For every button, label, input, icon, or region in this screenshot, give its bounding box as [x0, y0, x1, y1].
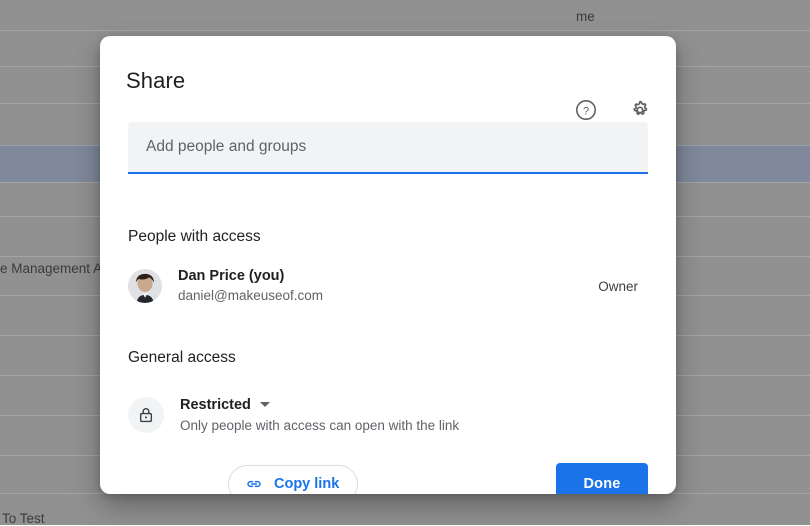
person-row[interactable]: Dan Price (you) daniel@makeuseof.com Own…: [120, 260, 656, 312]
dialog-header: Share ?: [100, 36, 676, 120]
lock-badge: [128, 397, 164, 433]
add-people-field[interactable]: [128, 122, 648, 174]
gear-icon: [633, 100, 648, 116]
help-circle-icon: ?: [576, 100, 596, 120]
user-photo-avatar: [128, 269, 162, 303]
lock-icon: [139, 408, 153, 423]
access-level-dropdown[interactable]: Restricted: [180, 395, 270, 415]
general-access-details: Restricted Only people with access can o…: [180, 395, 459, 436]
access-level-label: Restricted: [180, 396, 251, 413]
page-title: Share: [126, 68, 186, 93]
chevron-down-icon: [259, 402, 270, 407]
person-role: Owner: [598, 278, 638, 294]
background-text: me: [576, 9, 595, 24]
link-chain-icon: [247, 480, 261, 488]
share-dialog: Share ? People with access: [100, 36, 676, 494]
general-access-row: Restricted Only people with access can o…: [120, 386, 656, 444]
copy-link-button[interactable]: Copy link: [228, 465, 359, 494]
copy-link-label: Copy link: [274, 476, 340, 492]
person-details: Dan Price (you) daniel@makeuseof.com: [178, 267, 598, 305]
background-row: [0, 493, 810, 525]
people-with-access-heading: People with access: [128, 228, 261, 245]
general-access-heading: General access: [128, 349, 236, 366]
background-text: e Management A: [0, 261, 103, 276]
person-email: daniel@makeuseof.com: [178, 288, 324, 303]
avatar: [128, 269, 162, 303]
background-text: To Test: [2, 511, 45, 526]
svg-text:?: ?: [583, 105, 589, 117]
person-name: Dan Price (you): [178, 268, 285, 284]
search-input[interactable]: [128, 138, 648, 156]
access-description: Only people with access can open with th…: [180, 417, 460, 433]
done-button[interactable]: Done: [556, 463, 648, 494]
